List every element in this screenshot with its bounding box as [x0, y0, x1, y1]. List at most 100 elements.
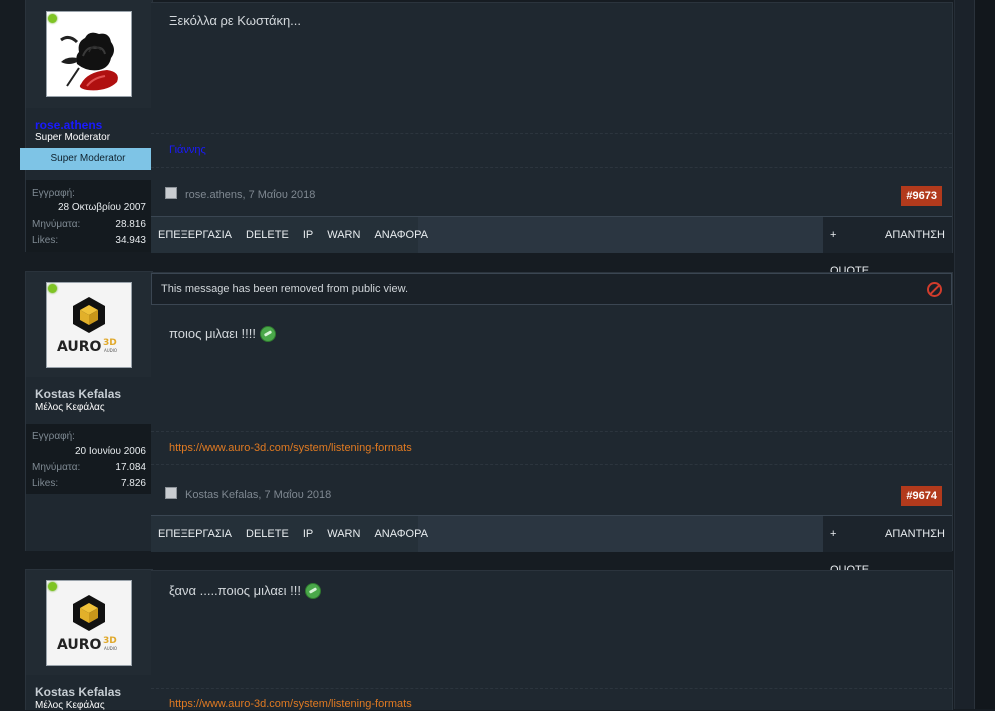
- stat-label: Μηνύματα:: [32, 219, 81, 230]
- signature-divider: [151, 167, 952, 168]
- signature-link[interactable]: https://www.auro-3d.com/system/listening…: [169, 442, 412, 454]
- left-gutter: [0, 0, 24, 709]
- report-button[interactable]: ΑΝΑΦΟΡΑ: [367, 217, 435, 253]
- user-stats: Εγγραφή: 28 Οκτωβρίου 2007 Μηνύματα: 28.…: [26, 180, 152, 252]
- select-post-checkbox[interactable]: [165, 187, 177, 200]
- reply-button[interactable]: ΑΠΑΝΤΗΣΗ: [878, 516, 952, 552]
- user-title: Μέλος Κεφάλας: [35, 402, 105, 413]
- user-info-panel: AURO 3D AUDIO Kostas Kefalas Μέλος Κεφάλ…: [25, 569, 153, 711]
- stat-value: 28.816: [115, 219, 146, 230]
- message-panel: This message has been removed from publi…: [151, 272, 953, 576]
- ip-button[interactable]: IP: [296, 217, 320, 253]
- reply-actions: + QUOTE ΑΠΑΝΤΗΣΗ: [823, 516, 952, 576]
- message-body: ποιος μιλαει !!!!: [169, 325, 276, 343]
- ip-button[interactable]: IP: [296, 516, 320, 552]
- avatar[interactable]: [46, 11, 132, 97]
- rank-ribbon: Super Moderator: [20, 148, 156, 170]
- signature-link[interactable]: https://www.auro-3d.com/system/listening…: [169, 698, 412, 710]
- quote-button[interactable]: + QUOTE: [823, 516, 878, 576]
- black-rose-avatar-image: [47, 12, 131, 96]
- post-meta: rose.athens, 7 Μαΐου 2018: [165, 187, 315, 201]
- stat-label: Likes:: [32, 478, 59, 489]
- message-body: Ξεκόλλα ρε Κωστάκη...: [169, 13, 302, 28]
- warn-button[interactable]: WARN: [320, 217, 367, 253]
- message-panel: ξανα .....ποιος μιλαει !!! https://www.a…: [151, 570, 953, 710]
- signature-divider: [151, 688, 952, 689]
- page-edge: [974, 0, 995, 709]
- stat-value: 34.943: [115, 235, 146, 246]
- signature-text: Γιάννης: [169, 144, 206, 156]
- stat-messages: Μηνύματα: 17.084: [32, 462, 146, 476]
- avatar-frame: [26, 0, 152, 108]
- message-body: ξανα .....ποιος μιλαει !!!: [169, 582, 322, 600]
- stat-label: Εγγραφή:: [32, 431, 75, 442]
- reply-actions: + QUOTE ΑΠΑΝΤΗΣΗ: [823, 217, 952, 277]
- delete-button[interactable]: DELETE: [239, 217, 296, 253]
- svg-text:AUDIO: AUDIO: [104, 348, 117, 353]
- warn-button[interactable]: WARN: [320, 516, 367, 552]
- post-author-date[interactable]: rose.athens, 7 Μαΐου 2018: [185, 189, 315, 201]
- select-post-checkbox[interactable]: [165, 487, 177, 500]
- message-text: ξανα .....ποιος μιλαει !!!: [169, 583, 302, 598]
- avatar-frame: AURO 3D AUDIO: [26, 272, 152, 377]
- edit-button[interactable]: ΕΠΕΞΕΡΓΑΣΙΑ: [151, 516, 239, 552]
- stat-label: Likes:: [32, 235, 59, 246]
- message-text: ποιος μιλαει !!!!: [169, 326, 256, 341]
- auro-3d-audio-logo: AURO 3D AUDIO: [47, 581, 131, 665]
- signature-divider: [151, 133, 952, 134]
- delete-button[interactable]: DELETE: [239, 516, 296, 552]
- avatar[interactable]: AURO 3D AUDIO: [46, 282, 132, 368]
- signature-divider: [151, 431, 952, 432]
- report-button[interactable]: ΑΝΑΦΟΡΑ: [367, 516, 435, 552]
- post: AURO 3D AUDIO Kostas Kefalas Μέλος Κεφάλ…: [25, 569, 954, 711]
- online-status-icon: [48, 284, 57, 293]
- avatar[interactable]: AURO 3D AUDIO: [46, 580, 132, 666]
- post-number-badge[interactable]: #9674: [901, 486, 942, 506]
- post-toolbar: ΕΠΕΞΕΡΓΑΣΙΑ DELETE IP WARN ΑΝΑΦΟΡΑ + QUO…: [151, 216, 952, 277]
- removed-notice-text: This message has been removed from publi…: [161, 283, 409, 295]
- stat-messages: Μηνύματα: 28.816: [32, 219, 146, 233]
- stat-value: 17.084: [115, 462, 146, 473]
- quote-button[interactable]: + QUOTE: [823, 217, 878, 277]
- post: rose.athens Super Moderator Super Modera…: [20, 0, 954, 277]
- message-panel: Ξεκόλλα ρε Κωστάκη... Γιάννης rose.athen…: [151, 2, 953, 277]
- username-link[interactable]: Kostas Kefalas: [35, 685, 121, 699]
- svg-text:AURO: AURO: [57, 339, 102, 355]
- right-gutter: [954, 0, 975, 709]
- smiley-icon: [259, 325, 276, 342]
- user-info-panel: rose.athens Super Moderator Super Modera…: [20, 0, 156, 252]
- user-title: Μέλος Κεφάλας: [35, 700, 105, 711]
- stat-label: Μηνύματα:: [32, 462, 81, 473]
- smiley-icon: [305, 582, 322, 599]
- moderation-actions: ΕΠΕΞΕΡΓΑΣΙΑ DELETE IP WARN ΑΝΑΦΟΡΑ: [151, 217, 428, 253]
- post-author-date[interactable]: Kostas Kefalas, 7 Μαΐου 2018: [185, 489, 331, 501]
- user-info-panel: AURO 3D AUDIO Kostas Kefalas Μέλος Κεφάλ…: [25, 271, 153, 551]
- user-title: Super Moderator: [35, 132, 111, 143]
- stat-joined: Εγγραφή: 28 Οκτωβρίου 2007: [32, 188, 146, 218]
- signature-divider: [151, 464, 952, 465]
- post-number-badge[interactable]: #9673: [901, 186, 942, 206]
- stat-likes: Likes: 7.826: [32, 478, 146, 492]
- post-meta: Kostas Kefalas, 7 Μαΐου 2018: [165, 487, 331, 501]
- post-toolbar: ΕΠΕΞΕΡΓΑΣΙΑ DELETE IP WARN ΑΝΑΦΟΡΑ + QUO…: [151, 515, 952, 576]
- moderation-actions: ΕΠΕΞΕΡΓΑΣΙΑ DELETE IP WARN ΑΝΑΦΟΡΑ: [151, 516, 428, 552]
- avatar-frame: AURO 3D AUDIO: [26, 570, 152, 675]
- username-link[interactable]: rose.athens: [35, 118, 102, 132]
- online-status-icon: [48, 14, 57, 23]
- user-stats: Εγγραφή: 20 Ιουνίου 2006 Μηνύματα: 17.08…: [26, 424, 152, 494]
- username-link[interactable]: Kostas Kefalas: [35, 387, 121, 401]
- reply-button[interactable]: ΑΠΑΝΤΗΣΗ: [878, 217, 952, 253]
- svg-text:AURO: AURO: [57, 637, 102, 653]
- svg-text:3D: 3D: [103, 338, 117, 348]
- stat-value: 28 Οκτωβρίου 2007: [57, 202, 146, 213]
- auro-3d-audio-logo: AURO 3D AUDIO: [47, 283, 131, 367]
- stat-label: Εγγραφή:: [32, 188, 75, 199]
- prohibited-icon: [927, 282, 942, 297]
- removed-notice: This message has been removed from publi…: [151, 273, 952, 305]
- stat-joined: Εγγραφή: 20 Ιουνίου 2006: [32, 431, 146, 461]
- stat-value: 7.826: [120, 478, 146, 489]
- svg-text:AUDIO: AUDIO: [104, 646, 117, 651]
- post: AURO 3D AUDIO Kostas Kefalas Μέλος Κεφάλ…: [25, 271, 954, 576]
- edit-button[interactable]: ΕΠΕΞΕΡΓΑΣΙΑ: [151, 217, 239, 253]
- stat-likes: Likes: 34.943: [32, 235, 146, 249]
